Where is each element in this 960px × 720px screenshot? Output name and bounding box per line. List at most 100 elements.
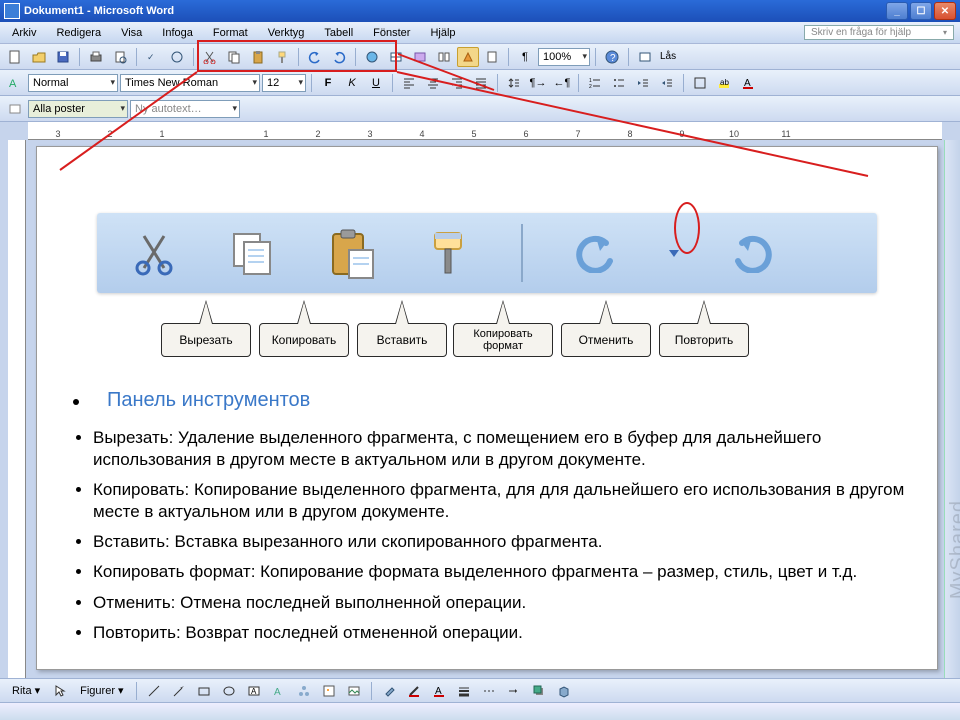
menu-fonster[interactable]: Fönster [367, 25, 416, 41]
autoshapes-menu[interactable]: Figurer ▾ [74, 682, 129, 699]
oval-shape-button[interactable] [218, 681, 240, 701]
undo-button[interactable] [304, 47, 326, 67]
3d-button[interactable] [553, 681, 575, 701]
line-shape-button[interactable] [143, 681, 165, 701]
highlight-button[interactable]: ab [713, 73, 735, 93]
rtl-button[interactable]: ←¶ [551, 73, 573, 93]
menu-tabell[interactable]: Tabell [318, 25, 359, 41]
ltr-button[interactable]: ¶→ [527, 73, 549, 93]
dash-style-button[interactable] [478, 681, 500, 701]
tables-button[interactable] [385, 47, 407, 67]
borders-button[interactable] [689, 73, 711, 93]
new-doc-button[interactable] [4, 47, 26, 67]
insert-word-field-button[interactable] [4, 99, 26, 119]
decrease-indent-button[interactable] [632, 73, 654, 93]
print-button[interactable] [85, 47, 107, 67]
show-marks-button[interactable]: ¶ [514, 47, 536, 67]
svg-text:✓: ✓ [147, 52, 155, 62]
new-autotext-button[interactable]: Ny autotext… [130, 100, 240, 118]
font-size-dropdown[interactable]: 12 [262, 74, 306, 92]
all-posts-dropdown[interactable]: Alla poster [28, 100, 128, 118]
rectangle-shape-button[interactable] [193, 681, 215, 701]
list-item: Копировать формат: Копирование формата в… [93, 561, 911, 583]
wordart-button[interactable]: A [268, 681, 290, 701]
increase-indent-button[interactable] [656, 73, 678, 93]
print-preview-button[interactable] [109, 47, 131, 67]
status-bar [0, 702, 960, 720]
document-content: Панель инструментов Вырезать: Удаление в… [63, 387, 911, 644]
arrow-style-button[interactable] [503, 681, 525, 701]
drawing-toolbar: Rita ▾ Figurer ▾ A A A [0, 678, 960, 702]
style-dropdown[interactable]: Normal [28, 74, 118, 92]
menu-bar: Arkiv Redigera Visa Infoga Format Verkty… [0, 22, 960, 44]
menu-arkiv[interactable]: Arkiv [6, 25, 42, 41]
insert-table-button[interactable] [409, 47, 431, 67]
spellcheck-button[interactable]: ✓ [142, 47, 164, 67]
bold-button[interactable]: F [317, 73, 339, 93]
list-item: Вырезать: Удаление выделенного фрагмента… [93, 427, 911, 471]
diagram-button[interactable] [293, 681, 315, 701]
undo-dropdown-icon [667, 246, 681, 260]
line-style-button[interactable] [453, 681, 475, 701]
redo-button[interactable] [328, 47, 350, 67]
save-button[interactable] [52, 47, 74, 67]
font-color-draw-button[interactable]: A [428, 681, 450, 701]
zoom-dropdown[interactable]: 100% [538, 48, 590, 66]
picture-button[interactable] [343, 681, 365, 701]
styles-button[interactable]: A [4, 73, 26, 93]
maximize-button[interactable]: ☐ [910, 2, 932, 20]
hyperlink-button[interactable] [361, 47, 383, 67]
fill-color-button[interactable] [378, 681, 400, 701]
draw-menu[interactable]: Rita ▾ [6, 682, 46, 699]
line-spacing-button[interactable] [503, 73, 525, 93]
close-button[interactable]: ✕ [934, 2, 956, 20]
callout-redo: Повторить [659, 323, 749, 357]
arrow-shape-button[interactable] [168, 681, 190, 701]
clipart-button[interactable] [318, 681, 340, 701]
cut-button[interactable] [199, 47, 221, 67]
align-left-button[interactable] [398, 73, 420, 93]
app-icon [4, 3, 20, 19]
new-autotext-label: Ny autotext… [135, 103, 202, 115]
vertical-ruler[interactable] [8, 140, 26, 678]
menu-hjalp[interactable]: Hjälp [424, 25, 461, 41]
align-center-button[interactable] [422, 73, 444, 93]
help-search-input[interactable]: Skriv en fråga för hjälp ▾ [804, 25, 954, 40]
menu-visa[interactable]: Visa [115, 25, 148, 41]
paste-button[interactable] [247, 47, 269, 67]
numbered-list-button[interactable]: 12 [584, 73, 606, 93]
textbox-button[interactable]: A [243, 681, 265, 701]
format-painter-button[interactable] [271, 47, 293, 67]
italic-button[interactable]: K [341, 73, 363, 93]
select-objects-button[interactable] [49, 681, 71, 701]
menu-infoga[interactable]: Infoga [156, 25, 199, 41]
vertical-scrollbar[interactable] [944, 140, 960, 678]
horizontal-ruler[interactable]: 3211234567891011 [28, 122, 942, 140]
open-button[interactable] [28, 47, 50, 67]
doc-map-button[interactable] [481, 47, 503, 67]
heading: Панель инструментов [107, 389, 310, 411]
line-color-button[interactable] [403, 681, 425, 701]
align-right-button[interactable] [446, 73, 468, 93]
underline-button[interactable]: U [365, 73, 387, 93]
minimize-button[interactable]: _ [886, 2, 908, 20]
help-button[interactable]: ? [601, 47, 623, 67]
menu-format[interactable]: Format [207, 25, 254, 41]
menu-redigera[interactable]: Redigera [50, 25, 107, 41]
font-dropdown[interactable]: Times New Roman [120, 74, 260, 92]
research-button[interactable] [166, 47, 188, 67]
help-placeholder: Skriv en fråga för hjälp [811, 27, 911, 38]
style-value: Normal [33, 77, 68, 89]
align-justify-button[interactable] [470, 73, 492, 93]
read-mode-button[interactable] [634, 47, 656, 67]
font-color-button[interactable]: A [737, 73, 759, 93]
columns-button[interactable] [433, 47, 455, 67]
drawing-toggle-button[interactable] [457, 47, 479, 67]
bullet-list-button[interactable] [608, 73, 630, 93]
menu-verktyg[interactable]: Verktyg [262, 25, 311, 41]
shadow-button[interactable] [528, 681, 550, 701]
svg-text:?: ? [610, 53, 616, 64]
callout-undo: Отменить [561, 323, 651, 357]
copy-button[interactable] [223, 47, 245, 67]
lock-label[interactable]: Lås [658, 51, 678, 62]
